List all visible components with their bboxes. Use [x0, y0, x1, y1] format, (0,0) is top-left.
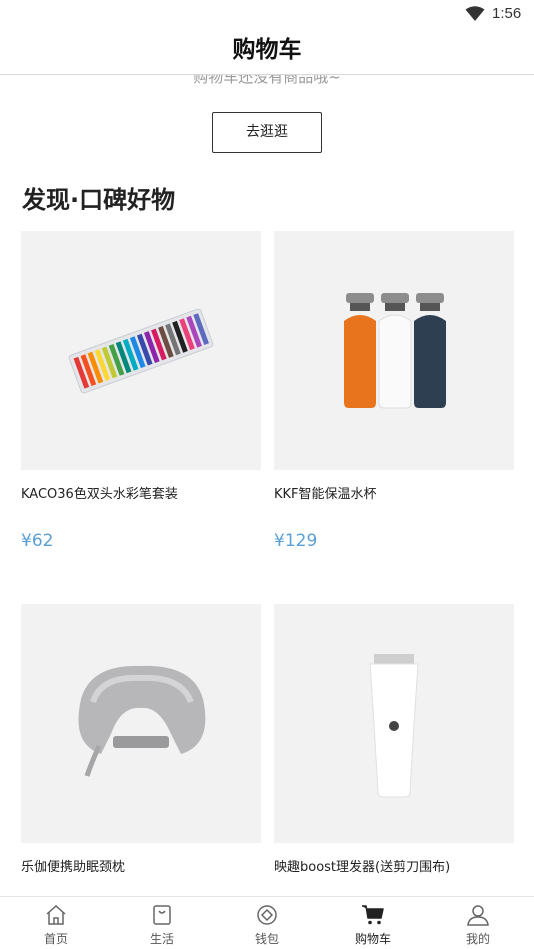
product-card[interactable]: 乐伽便携助眠颈枕 [21, 604, 261, 875]
product-name: KACO36色双头水彩笔套装 [21, 487, 178, 502]
status-bar: 1:56 [0, 0, 534, 28]
tab-label: 生活 [149, 932, 174, 946]
tab-label: 购物车 [354, 932, 391, 946]
product-name: KKF智能保温水杯 [274, 487, 377, 502]
cart-icon [362, 905, 384, 925]
product-name: 映趣boost理发器(送剪刀围布) [274, 860, 451, 875]
wifi-icon [465, 6, 485, 21]
product-price: ¥62 [21, 531, 54, 551]
wallet-icon [257, 905, 277, 925]
product-image-neck-pillow [21, 604, 261, 843]
product-image-bottles [274, 231, 514, 470]
go-shopping-button[interactable]: 去逛逛 [212, 112, 322, 153]
status-time: 1:56 [492, 5, 522, 22]
tab-wallet[interactable]: 钱包 [214, 897, 320, 949]
product-card[interactable]: 映趣boost理发器(送剪刀围布) [274, 604, 514, 875]
tab-label: 钱包 [254, 932, 279, 946]
profile-icon [467, 905, 489, 926]
page-header: 购物车 [0, 28, 534, 75]
product-image-markers [21, 231, 261, 470]
bottom-tab-bar: 首页 生活 钱包 购物车 我的 [0, 896, 534, 949]
bag-icon [153, 905, 171, 925]
section-title: 发现·口碑好物 [22, 186, 176, 214]
product-card[interactable]: KKF智能保温水杯 ¥129 [274, 231, 514, 551]
tab-label: 首页 [43, 932, 68, 946]
page-title: 购物车 [232, 37, 302, 63]
tab-life[interactable]: 生活 [109, 897, 215, 949]
tab-label: 我的 [465, 932, 490, 946]
product-image-hair-clipper [274, 604, 514, 843]
tab-cart[interactable]: 购物车 [320, 897, 426, 949]
tab-home[interactable]: 首页 [3, 897, 109, 949]
tab-me[interactable]: 我的 [425, 897, 531, 949]
product-price: ¥129 [274, 531, 318, 551]
home-icon [46, 904, 66, 925]
product-card[interactable]: KACO36色双头水彩笔套装 ¥62 [21, 231, 261, 551]
product-name: 乐伽便携助眠颈枕 [21, 860, 126, 875]
